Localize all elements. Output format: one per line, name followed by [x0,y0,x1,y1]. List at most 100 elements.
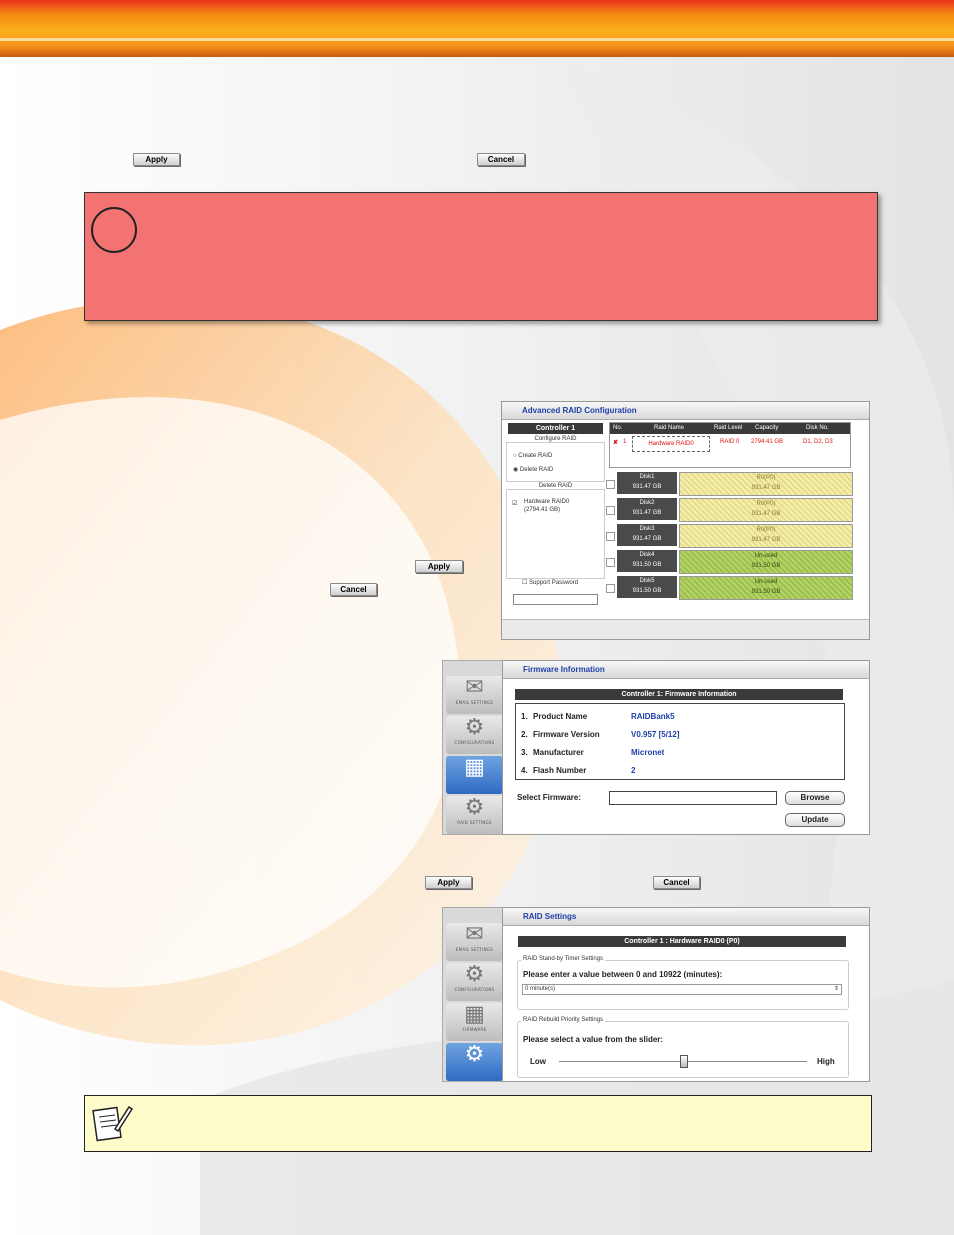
firmware-panel: Firmware Information Controller 1: Firmw… [502,660,870,835]
disk5-label: Disk5 931.50 GB [617,576,677,598]
disk1-size: 931.47 GB [632,484,662,490]
nav-firmware[interactable]: ▦ [446,756,503,794]
fw-row4-value: 2 [631,766,636,775]
fw-row3-num: 3. [521,748,528,757]
nav-raid-settings[interactable]: ⚙ RAID SETTINGS [446,796,503,834]
disk3-checkbox[interactable] [606,532,615,541]
select-firmware-label: Select Firmware: [517,793,582,802]
disk3-name: Disk3 [639,526,655,532]
gears-icon-2: ⚙ [464,1042,485,1067]
disk3-status-size: 931.47 GB [751,537,781,543]
firmware-title-bar: Firmware Information [503,661,869,679]
fw-row4-num: 4. [521,766,528,775]
disk2-bar: R0(P0) 931.47 GB [679,498,853,522]
nav2-firmware[interactable]: ▦ FIRMWARE [446,1003,503,1041]
raid-item-size: (2794.41 GB) [524,507,561,513]
gear-icon: ⚙ [464,715,485,740]
firmware-file-input[interactable] [609,791,777,805]
apply-button-ref-2[interactable]: Apply [415,560,463,573]
standby-prompt: Please enter a value between 0 and 10922… [523,970,723,979]
delete-x-icon[interactable]: ✘ [613,439,618,446]
disk3-size: 931.47 GB [632,536,662,542]
row-capacity: 2794.41 GB [751,439,784,445]
disk2-checkbox[interactable] [606,506,615,515]
slider-low-label: Low [530,1057,546,1066]
disk3-label: Disk3 931.47 GB [617,524,677,546]
panel-footer [502,619,869,639]
email-icon: ✉ [465,675,484,700]
nav-email-label: EMAIL SETTINGS [455,700,494,705]
cancel-button-ref-3[interactable]: Cancel [653,876,700,889]
disk1-checkbox[interactable] [606,480,615,489]
th-capacity: Capacity [755,425,779,431]
fw-row1-value: RAIDBank5 [631,712,675,721]
spinner-icon[interactable]: ⇕ [834,985,839,992]
th-no: No. [613,425,623,431]
fw-row3-value: Micronet [631,748,665,757]
standby-group-label: RAID Stand-by Timer Settings [521,956,606,962]
support-password-checkbox[interactable]: ☐ Support Password [522,579,578,586]
disk1-name: Disk1 [639,474,655,480]
create-raid-option[interactable]: ○ Create RAID [513,453,552,459]
nav-configurations[interactable]: ⚙ CONFIGURATIONS [446,716,503,754]
nav2-configurations[interactable]: ⚙ CONFIGURATIONS [446,963,503,1001]
nav2-email-settings[interactable]: ✉ EMAIL SETTINGS [446,923,503,961]
raid-settings-title-bar: RAID Settings [503,908,869,926]
row-name: Hardware RAID0 [632,436,710,452]
disk1-status-size: 931.47 GB [751,485,781,491]
disk3-bar: R0(P0) 931.47 GB [679,524,853,548]
fw-row4-label: Flash Number [533,766,587,775]
header-stripe [0,38,954,41]
th-level: Raid Level [714,425,743,431]
fw-row1-label: Product Name [533,712,588,721]
note-box [84,1095,872,1152]
apply-button-ref[interactable]: Apply [133,153,180,166]
panel-title: Advanced RAID Configuration [522,406,637,415]
firmware-header: Controller 1: Firmware Information [515,689,843,700]
th-name: Raid Name [654,425,685,431]
table-row[interactable]: ✘ 1 Hardware RAID0 RAID 0 2794.41 GB D1,… [610,436,850,452]
fw-row3-label: Manufacturer [533,748,584,757]
apply-button-ref-3[interactable]: Apply [425,876,472,889]
notepad-icon [92,1105,133,1142]
standby-input[interactable]: 0 minute(s) ⇕ [522,984,842,995]
raid-side-nav: ✉ EMAIL SETTINGS ⚙ CONFIGURATIONS ▦ FIRMWAR… [442,907,506,1082]
fw-row1-num: 1. [521,712,528,721]
nav-raid-label: RAID SETTINGS [457,820,492,825]
raid-item-checkbox[interactable]: ☑ [512,500,517,507]
password-input[interactable] [513,594,598,605]
create-raid-radio[interactable]: ○ [513,453,517,459]
standby-value: 0 minute(s) [525,986,556,992]
chip-icon: ▦ [464,755,485,780]
row-level: RAID 0 [720,439,740,445]
gears-icon: ⚙ [464,795,485,820]
raid-settings-header: Controller 1 : Hardware RAID0 (P0) [518,936,846,947]
browse-button[interactable]: Browse [785,791,845,805]
cancel-button-ref-2[interactable]: Cancel [330,583,377,596]
slider-high-label: High [817,1057,835,1066]
disk5-name: Disk5 [639,578,655,584]
raid-item-name: Hardware RAID0 [524,499,570,505]
disk2-status-size: 931.47 GB [751,511,781,517]
disk2-size: 931.47 GB [632,510,662,516]
cancel-button-ref[interactable]: Cancel [477,153,525,166]
header-bar [0,0,954,57]
controller-label: Controller 1 [508,423,603,434]
nav2-raid-settings[interactable]: ⚙ [446,1043,503,1081]
delete-raid-radio[interactable]: ◉ [513,467,518,473]
gear-icon-2: ⚙ [464,962,485,987]
nav-email-settings[interactable]: ✉ EMAIL SETTINGS [446,676,503,714]
firmware-table: 1. Product Name RAIDBank5 2. Firmware Ve… [515,703,845,780]
raid-settings-panel: RAID Settings Controller 1 : Hardware RA… [502,907,870,1082]
slider-thumb[interactable] [680,1055,688,1068]
disk5-checkbox[interactable] [606,584,615,593]
update-button[interactable]: Update [785,813,845,827]
delete-raid-option[interactable]: ◉ Delete RAID [513,466,553,473]
nav2-firmware-label: FIRMWARE [462,1027,487,1032]
rebuild-group [517,1021,849,1078]
firmware-side-nav: ✉ EMAIL SETTINGS ⚙ CONFIGURATIONS ▦ ⚙ RAID … [442,660,506,835]
disk4-checkbox[interactable] [606,558,615,567]
firmware-title: Firmware Information [523,665,605,674]
fw-row2-num: 2. [521,730,528,739]
raid-settings-title: RAID Settings [523,912,577,921]
